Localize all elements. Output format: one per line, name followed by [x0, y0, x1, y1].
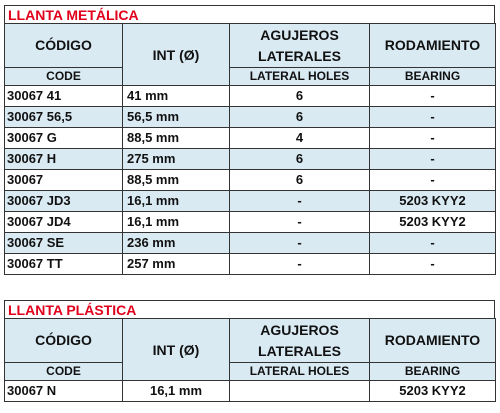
cell-holes: 6 [229, 169, 370, 191]
cell-bearing: - [369, 148, 496, 170]
cell-bearing: - [369, 85, 496, 107]
cell-code: 30067 SE [4, 232, 123, 254]
table-row: 30067 SE 236 mm - - [4, 232, 496, 254]
cell-bearing: - [369, 253, 496, 275]
cell-bearing: 5203 KYY2 [369, 190, 496, 212]
cell-code: 30067 H [4, 148, 123, 170]
cell-holes: - [229, 190, 370, 212]
header-lateral-holes: LATERAL HOLES [229, 362, 370, 381]
table-row: 30067 G 88,5 mm 4 - [4, 127, 496, 149]
header-lateral-holes: LATERAL HOLES [229, 67, 370, 86]
header-rodamiento: RODAMIENTO [369, 23, 496, 68]
header-int: INT (Ø) [122, 318, 230, 381]
cell-code: 30067 41 [4, 85, 123, 107]
metal-wheel-title: LLANTA METÁLICA [4, 5, 495, 23]
table-row: 30067 56,5 56,5 mm 6 - [4, 106, 496, 128]
table-row: 30067 TT 257 mm - - [4, 253, 496, 275]
plastic-wheel-table: CÓDIGO INT (Ø) AGUJEROS LATERALES RODAMI… [4, 318, 496, 402]
cell-int: 56,5 mm [122, 106, 230, 128]
cell-holes: - [229, 253, 370, 275]
cell-holes: - [229, 211, 370, 233]
header-code: CODE [4, 362, 123, 381]
header-codigo: CÓDIGO [4, 318, 123, 363]
cell-bearing: - [369, 127, 496, 149]
cell-int: 88,5 mm [122, 127, 230, 149]
table-row: 30067 41 41 mm 6 - [4, 85, 496, 107]
cell-code: 30067 N [4, 380, 123, 402]
cell-int: 16,1 mm [122, 380, 230, 402]
cell-code: 30067 JD4 [4, 211, 123, 233]
metal-wheel-table: CÓDIGO INT (Ø) AGUJEROS LATERALES RODAMI… [4, 23, 496, 275]
header-rodamiento: RODAMIENTO [369, 318, 496, 363]
cell-int: 88,5 mm [122, 169, 230, 191]
header-bearing: BEARING [369, 362, 496, 381]
header-agujeros: AGUJEROS LATERALES [229, 318, 370, 363]
cell-bearing: - [369, 106, 496, 128]
cell-code: 30067 [4, 169, 123, 191]
metal-wheel-section: LLANTA METÁLICA CÓDIGO INT (Ø) AGUJEROS … [4, 5, 496, 275]
cell-holes: 6 [229, 106, 370, 128]
cell-bearing: 5203 KYY2 [369, 211, 496, 233]
header-int: INT (Ø) [122, 23, 230, 86]
cell-int: 275 mm [122, 148, 230, 170]
header-codigo: CÓDIGO [4, 23, 123, 68]
cell-code: 30067 TT [4, 253, 123, 275]
cell-int: 236 mm [122, 232, 230, 254]
cell-code: 30067 56,5 [4, 106, 123, 128]
cell-int: 257 mm [122, 253, 230, 275]
cell-holes: - [229, 232, 370, 254]
plastic-wheel-title: LLANTA PLÁSTICA [4, 300, 495, 318]
table-row: 30067 JD4 16,1 mm - 5203 KYY2 [4, 211, 496, 233]
cell-bearing: 5203 KYY2 [369, 380, 496, 402]
cell-int: 41 mm [122, 85, 230, 107]
header-agujeros: AGUJEROS LATERALES [229, 23, 370, 68]
cell-int: 16,1 mm [122, 211, 230, 233]
cell-bearing: - [369, 232, 496, 254]
table-row: 30067 JD3 16,1 mm - 5203 KYY2 [4, 190, 496, 212]
table-row: 30067 H 275 mm 6 - [4, 148, 496, 170]
header-bearing: BEARING [369, 67, 496, 86]
table-row: 30067 88,5 mm 6 - [4, 169, 496, 191]
plastic-wheel-section: LLANTA PLÁSTICA CÓDIGO INT (Ø) AGUJEROS … [4, 300, 496, 402]
cell-holes [229, 380, 370, 402]
cell-holes: 4 [229, 127, 370, 149]
header-code: CODE [4, 67, 123, 86]
cell-bearing: - [369, 169, 496, 191]
cell-code: 30067 G [4, 127, 123, 149]
cell-holes: 6 [229, 85, 370, 107]
cell-int: 16,1 mm [122, 190, 230, 212]
cell-code: 30067 JD3 [4, 190, 123, 212]
cell-holes: 6 [229, 148, 370, 170]
table-row: 30067 N 16,1 mm 5203 KYY2 [4, 380, 496, 402]
